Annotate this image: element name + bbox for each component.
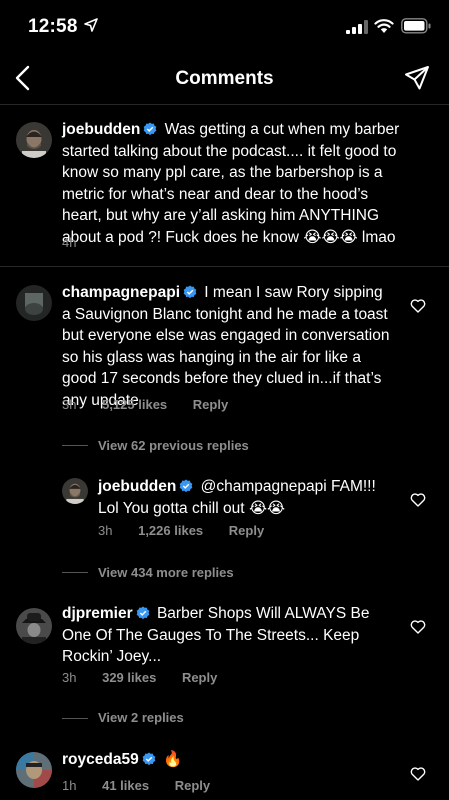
reply-meta: 3h 1,226 likes Reply: [98, 523, 286, 538]
comment-text: royceda59 🔥: [62, 749, 392, 771]
comment-item: champagnepapi I mean I saw Rory sipping …: [0, 266, 449, 467]
comment-text: champagnepapi I mean I saw Rory sipping …: [62, 282, 392, 411]
likes-count[interactable]: 5,125 likes: [102, 397, 167, 412]
comment-body: I mean I saw Rory sipping a Sauvignon Bl…: [62, 284, 390, 409]
like-heart-icon[interactable]: [410, 492, 426, 508]
like-heart-icon[interactable]: [410, 766, 426, 782]
page-title: Comments: [175, 68, 274, 89]
reply-time: 3h: [98, 523, 113, 538]
divider: [62, 572, 88, 573]
verified-badge-icon: [183, 285, 197, 299]
like-heart-icon[interactable]: [410, 619, 426, 635]
cellular-signal-icon: [346, 20, 368, 34]
caption-username[interactable]: joebudden: [62, 121, 140, 138]
comment-time: 1h: [62, 778, 77, 793]
battery-icon: [401, 18, 431, 34]
comment-username[interactable]: djpremier: [62, 605, 133, 622]
wifi-icon: [374, 19, 394, 33]
comment-time: 3h: [62, 397, 77, 412]
divider: [62, 718, 88, 719]
comment-text: djpremier Barber Shops Will ALWAYS Be On…: [62, 603, 392, 668]
nav-bar: Comments: [0, 52, 449, 105]
comment-username[interactable]: champagnepapi: [62, 284, 180, 301]
comment-item: djpremier Barber Shops Will ALWAYS Be On…: [0, 594, 449, 740]
caption-meta: 4h: [62, 235, 98, 250]
comment-time: 3h: [62, 670, 77, 685]
comment-username[interactable]: royceda59: [62, 751, 139, 768]
status-bar: 12:58: [0, 0, 449, 50]
view-replies-button[interactable]: View 62 previous replies: [98, 438, 249, 453]
like-heart-icon[interactable]: [410, 298, 426, 314]
direct-send-icon[interactable]: [404, 65, 430, 91]
reply-button[interactable]: Reply: [193, 397, 228, 412]
avatar[interactable]: [16, 752, 52, 788]
caption-body: Was getting a cut when my barber started…: [62, 121, 400, 246]
reply-button[interactable]: Reply: [175, 778, 210, 793]
reply-text: joebudden @champagnepapi FAM!!! Lol You …: [98, 476, 388, 519]
divider: [62, 445, 88, 446]
comment-meta: 1h 41 likes Reply: [62, 778, 232, 793]
avatar[interactable]: [16, 122, 52, 158]
comment-item: royceda59 🔥 1h 41 likes Reply: [0, 740, 449, 800]
verified-badge-icon: [144, 122, 157, 136]
comment-body: 🔥: [158, 751, 183, 768]
likes-count[interactable]: 41 likes: [102, 778, 149, 793]
caption-text: joebudden Was getting a cut when my barb…: [62, 119, 408, 248]
view-replies-button[interactable]: View 2 replies: [98, 710, 184, 725]
reply-username[interactable]: joebudden: [98, 478, 176, 495]
caption-time: 4h: [62, 235, 77, 250]
avatar[interactable]: [16, 608, 52, 644]
avatar[interactable]: [62, 478, 88, 504]
reply-button[interactable]: Reply: [182, 670, 217, 685]
reply-item: joebudden @champagnepapi FAM!!! Lol You …: [0, 466, 449, 594]
verified-badge-icon: [142, 752, 156, 766]
likes-count[interactable]: 329 likes: [102, 670, 156, 685]
location-arrow-icon: [84, 18, 98, 32]
verified-badge-icon: [180, 479, 193, 493]
comment-meta: 3h 5,125 likes Reply: [62, 397, 250, 412]
avatar[interactable]: [16, 285, 52, 321]
caption: joebudden Was getting a cut when my barb…: [0, 104, 449, 266]
view-more-replies-button[interactable]: View 434 more replies: [98, 565, 234, 580]
likes-count[interactable]: 1,226 likes: [138, 523, 203, 538]
comment-meta: 3h 329 likes Reply: [62, 670, 239, 685]
reply-button[interactable]: Reply: [229, 523, 264, 538]
verified-badge-icon: [136, 606, 149, 620]
status-time: 12:58: [28, 16, 78, 37]
